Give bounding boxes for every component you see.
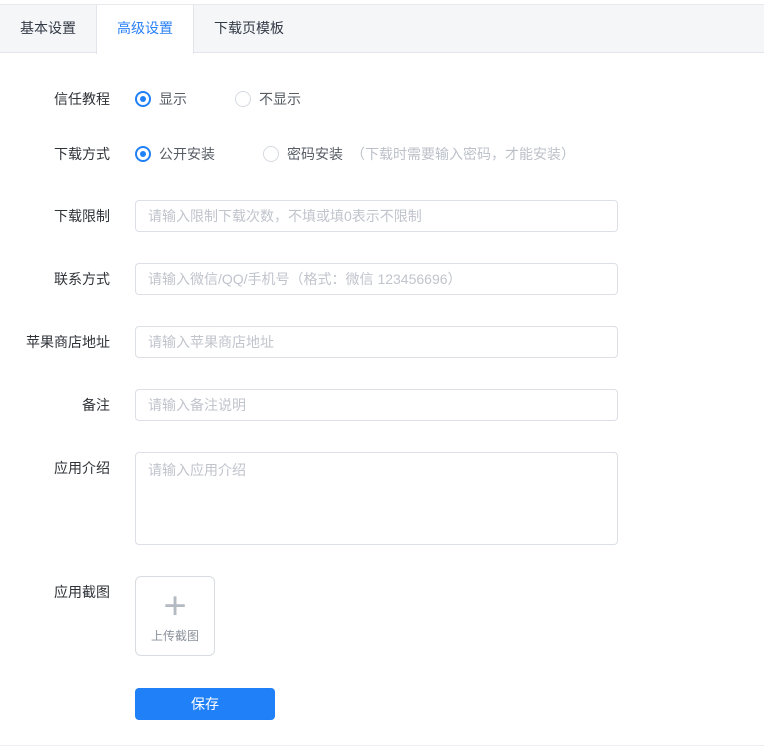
apple-store-input[interactable] xyxy=(135,326,618,358)
remark-row: 备注 xyxy=(0,389,764,421)
contact-input[interactable] xyxy=(135,263,618,295)
tab-bar: 基本设置 高级设置 下载页模板 xyxy=(0,4,764,54)
download-method-row: 下载方式 公开安装 密码安装 （下载时需要输入密码，才能安装） xyxy=(0,145,764,163)
download-method-label: 下载方式 xyxy=(54,146,110,162)
app-intro-row: 应用介绍 xyxy=(0,452,764,545)
save-row: 保存 xyxy=(0,688,764,720)
plus-icon: + xyxy=(163,584,187,627)
tab-download-page-template[interactable]: 下载页模板 xyxy=(194,5,304,52)
app-screenshot-row: 应用截图 + 上传截图 xyxy=(0,576,764,656)
app-intro-label: 应用介绍 xyxy=(54,460,110,476)
radio-public-install-label: 公开安装 xyxy=(159,146,215,162)
settings-form: 信任教程 显示 不显示 下载方式 公开安装 密码安装 （下载时需要输入密码，才能… xyxy=(0,53,764,720)
download-limit-label: 下载限制 xyxy=(54,208,110,224)
advanced-settings-page: 基本设置 高级设置 下载页模板 信任教程 显示 不显示 下载方式 公开安装 密码… xyxy=(0,0,764,753)
download-limit-row: 下载限制 xyxy=(0,200,764,232)
radio-checked-icon xyxy=(135,146,151,162)
radio-hide-label: 不显示 xyxy=(259,91,301,107)
radio-public-install[interactable]: 公开安装 xyxy=(135,144,215,164)
upload-screenshot-text: 上传截图 xyxy=(150,628,199,643)
radio-password-install[interactable]: 密码安装 xyxy=(263,144,343,164)
download-method-options: 公开安装 密码安装 （下载时需要输入密码，才能安装） xyxy=(135,144,575,164)
trust-tutorial-row: 信任教程 显示 不显示 xyxy=(0,90,764,108)
radio-unchecked-icon xyxy=(263,146,279,162)
apple-store-row: 苹果商店地址 xyxy=(0,326,764,358)
contact-label: 联系方式 xyxy=(54,271,110,287)
download-limit-input[interactable] xyxy=(135,200,618,232)
trust-tutorial-label: 信任教程 xyxy=(54,91,110,107)
tab-basic-settings[interactable]: 基本设置 xyxy=(0,5,96,52)
upload-screenshot-button[interactable]: + 上传截图 xyxy=(135,576,215,656)
save-button[interactable]: 保存 xyxy=(135,688,275,720)
radio-checked-icon xyxy=(135,91,151,107)
radio-password-install-label: 密码安装 xyxy=(287,146,343,162)
password-install-hint: （下载时需要输入密码，才能安装） xyxy=(351,146,575,162)
remark-label: 备注 xyxy=(82,397,110,413)
trust-tutorial-options: 显示 不显示 xyxy=(135,89,349,109)
app-intro-textarea[interactable] xyxy=(135,452,618,545)
app-screenshot-label: 应用截图 xyxy=(54,584,110,600)
apple-store-label: 苹果商店地址 xyxy=(26,334,110,350)
contact-row: 联系方式 xyxy=(0,263,764,295)
tab-advanced-settings[interactable]: 高级设置 xyxy=(96,5,194,54)
radio-unchecked-icon xyxy=(235,91,251,107)
bottom-divider xyxy=(0,745,764,746)
radio-show-label: 显示 xyxy=(159,91,187,107)
remark-input[interactable] xyxy=(135,389,618,421)
radio-show[interactable]: 显示 xyxy=(135,89,187,109)
radio-hide[interactable]: 不显示 xyxy=(235,89,301,109)
